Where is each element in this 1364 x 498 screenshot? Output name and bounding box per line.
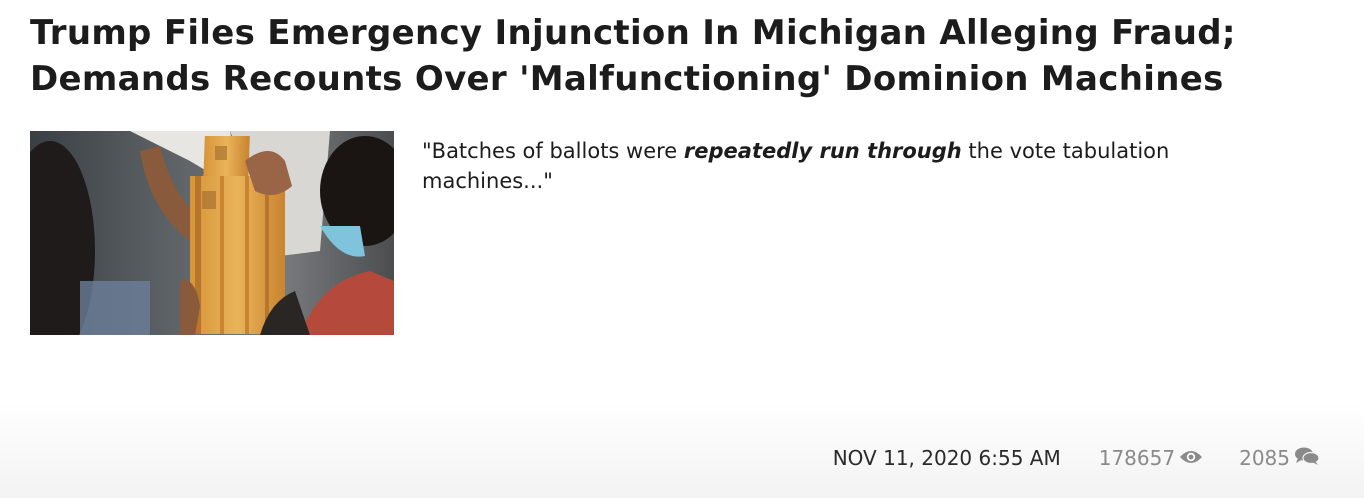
comment-count[interactable]: 2085 xyxy=(1239,446,1320,471)
headline-line-2: Demands Recounts Over 'Malfunctioning' D… xyxy=(30,59,1224,99)
comment-bubbles-icon xyxy=(1294,446,1320,471)
headline-line-1: Trump Files Emergency Injunction In Mich… xyxy=(30,13,1236,53)
article-thumbnail[interactable] xyxy=(30,131,394,335)
teaser-emphasis: repeatedly run through xyxy=(683,139,962,163)
article-teaser: "Batches of ballots were repeatedly run … xyxy=(422,136,1242,196)
comment-count-value: 2085 xyxy=(1239,446,1290,470)
article-meta: NOV 11, 2020 6:55 AM 178657 2085 xyxy=(833,443,1320,473)
eye-icon xyxy=(1179,446,1203,470)
view-count: 178657 xyxy=(1099,446,1203,470)
article-headline[interactable]: Trump Files Emergency Injunction In Mich… xyxy=(30,10,1330,102)
ballot-envelopes-photo xyxy=(30,131,394,335)
view-count-value: 178657 xyxy=(1098,446,1176,470)
publish-date: NOV 11, 2020 6:55 AM xyxy=(832,446,1061,470)
teaser-text-start: "Batches of ballots were xyxy=(422,139,684,163)
article-card: Trump Files Emergency Injunction In Mich… xyxy=(0,0,1364,498)
